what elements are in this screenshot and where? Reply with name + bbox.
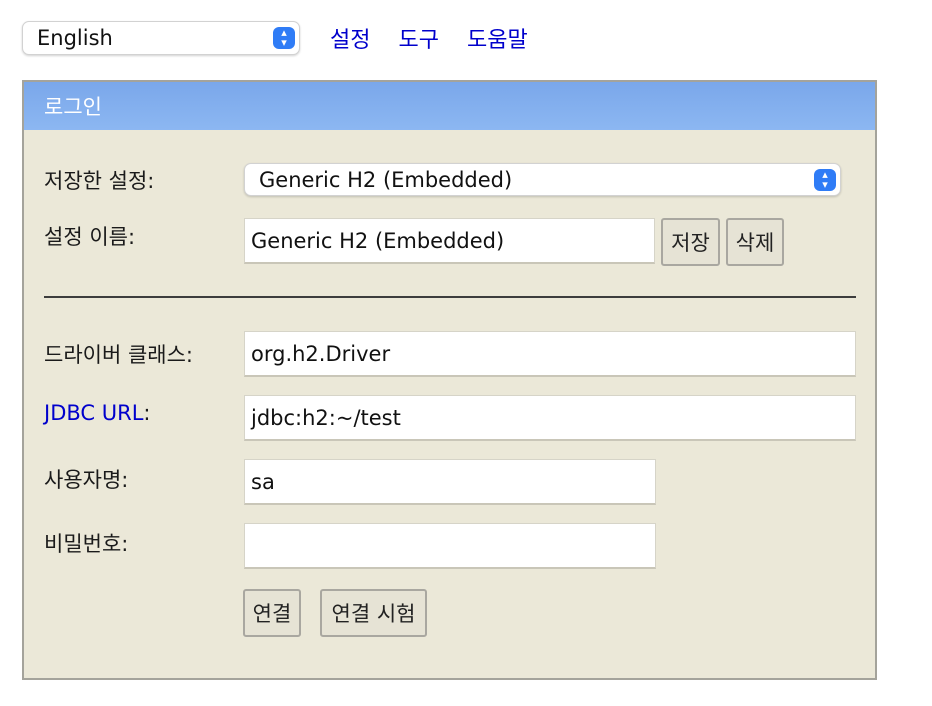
- jdbc-url-label-wrap: JDBC URL:: [44, 401, 150, 425]
- settings-link[interactable]: 설정: [330, 22, 370, 54]
- setting-name-label: 설정 이름:: [44, 225, 136, 249]
- jdbc-url-link[interactable]: JDBC URL: [44, 401, 143, 425]
- help-link[interactable]: 도움말: [467, 22, 528, 54]
- test-connection-button[interactable]: 연결 시험: [320, 589, 427, 637]
- username-input[interactable]: sa: [244, 459, 656, 505]
- language-select[interactable]: English ▴ ▾: [22, 21, 300, 55]
- tools-link[interactable]: 도구: [398, 22, 438, 54]
- divider: [44, 296, 856, 298]
- saved-settings-select[interactable]: Generic H2 (Embedded) ▴ ▾: [244, 163, 841, 196]
- connect-button[interactable]: 연결: [243, 589, 301, 637]
- chevron-up-down-icon: ▴ ▾: [814, 168, 836, 191]
- username-label: 사용자명:: [44, 468, 129, 492]
- panel-title: 로그인: [24, 82, 875, 130]
- driver-class-label: 드라이버 클래스:: [44, 343, 193, 367]
- password-label: 비밀번호:: [44, 532, 129, 556]
- driver-class-input[interactable]: org.h2.Driver: [244, 331, 856, 377]
- jdbc-url-colon: :: [143, 401, 151, 425]
- save-button[interactable]: 저장: [661, 218, 720, 266]
- chevron-up-down-icon: ▴ ▾: [273, 27, 295, 49]
- language-select-value: English: [37, 26, 113, 50]
- top-bar: English ▴ ▾ 설정 도구 도움말: [22, 20, 528, 56]
- jdbc-url-input[interactable]: jdbc:h2:~/test: [244, 395, 856, 441]
- saved-settings-value: Generic H2 (Embedded): [259, 167, 513, 192]
- saved-settings-label: 저장한 설정:: [44, 169, 155, 193]
- login-panel: 로그인 저장한 설정: Generic H2 (Embedded) ▴ ▾ 설정 …: [22, 80, 877, 680]
- setting-name-input[interactable]: Generic H2 (Embedded): [244, 218, 655, 264]
- delete-button[interactable]: 삭제: [726, 218, 784, 266]
- password-input[interactable]: [244, 523, 656, 569]
